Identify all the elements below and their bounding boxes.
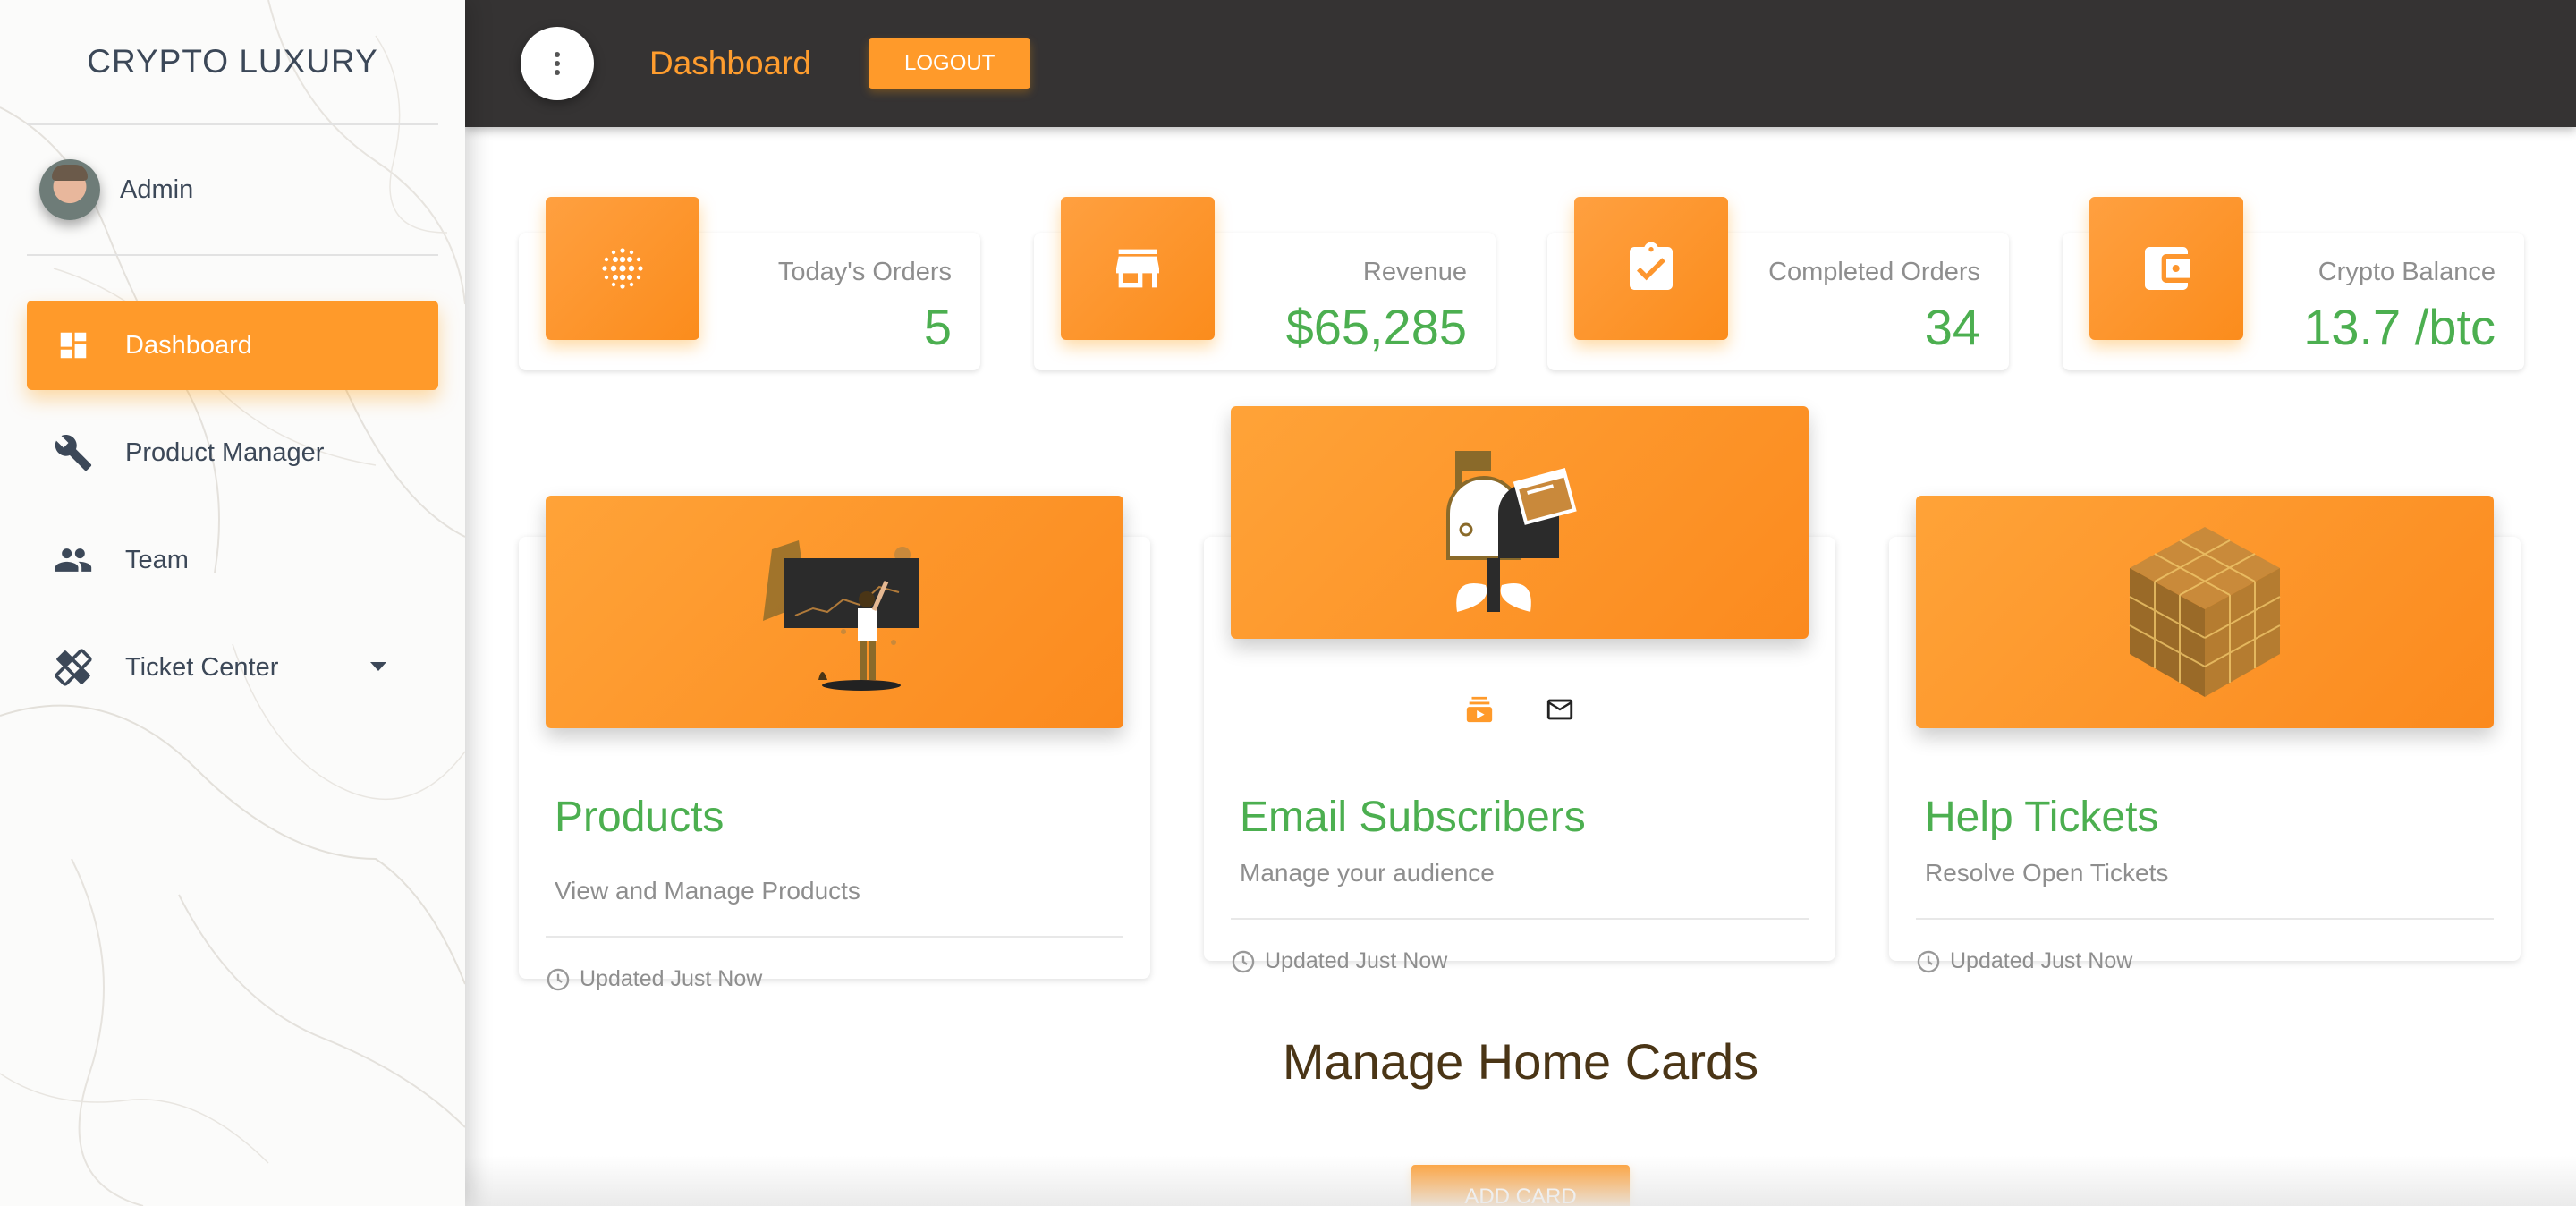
card-products[interactable]: Products View and Manage Products Update… (519, 496, 1150, 991)
sidebar-item-ticket-center[interactable]: Ticket Center (27, 623, 438, 712)
stat-value: 13.7 /btc (2303, 299, 2496, 355)
stat-label: Crypto Balance (2318, 258, 2496, 286)
stat-value: $65,285 (1285, 299, 1467, 355)
stat-value: 34 (1924, 299, 1980, 355)
stat-label: Revenue (1362, 258, 1467, 286)
dot-grid-icon (546, 197, 699, 340)
divider (546, 936, 1123, 938)
stat-card-todays-orders: Today's Orders 5 (519, 197, 980, 370)
subscriptions-icon[interactable] (1464, 694, 1495, 725)
card-subtitle: Resolve Open Tickets (1925, 859, 2169, 887)
sidebar: CRYPTO LUXURY Admin Dashboard Product Ma… (0, 0, 465, 1206)
page-title[interactable]: Dashboard (649, 45, 811, 82)
card-email-subscribers[interactable]: Email Subscribers Manage your audience U… (1204, 406, 1835, 973)
clock-icon (1917, 950, 1940, 972)
stat-label: Today's Orders (777, 258, 952, 286)
sidebar-item-label: Ticket Center (125, 652, 279, 682)
card-icon-row (1204, 694, 1835, 725)
caret-down-icon[interactable] (370, 662, 386, 671)
stat-value: 5 (923, 299, 952, 355)
sidebar-item-label: Dashboard (125, 330, 252, 360)
card-footer: Updated Just Now (1916, 948, 2132, 974)
wallet-icon (2089, 197, 2243, 340)
cube-illustration (1916, 496, 2494, 728)
stat-label: Completed Orders (1768, 258, 1980, 286)
dot (555, 52, 560, 57)
sidebar-item-dashboard[interactable]: Dashboard (27, 301, 438, 390)
sidebar-item-team[interactable]: Team (27, 515, 438, 605)
top-navbar: Dashboard LOGOUT (465, 0, 2576, 127)
card-subtitle: Manage your audience (1240, 859, 1495, 887)
sidebar-nav: Dashboard Product Manager Team Ticket Ce… (0, 301, 465, 712)
stat-text: Crypto Balance 13.7 /btc (2303, 258, 2496, 356)
card-title: Products (555, 794, 724, 841)
clock-icon (547, 968, 570, 990)
clock-icon (1232, 950, 1255, 972)
presentation-board-illustration (546, 496, 1123, 728)
add-card-button[interactable]: ADD CARD (1411, 1165, 1630, 1206)
mail-icon[interactable] (1545, 694, 1575, 725)
wrench-icon (54, 433, 93, 472)
user-name: Admin (120, 174, 194, 204)
updated-text: Updated Just Now (1265, 948, 1448, 973)
avatar (39, 159, 100, 220)
mailbox-illustration (1231, 406, 1809, 639)
stat-text: Completed Orders 34 (1768, 258, 1980, 356)
stat-card-completed-orders: Completed Orders 34 (1547, 197, 2009, 370)
clipboard-check-icon (1574, 197, 1728, 340)
stat-card-revenue: Revenue $65,285 (1034, 197, 1496, 370)
people-icon (54, 540, 93, 580)
stat-text: Revenue $65,285 (1286, 258, 1467, 356)
dot (555, 70, 560, 75)
card-title: Help Tickets (1925, 794, 2159, 841)
section-title: Manage Home Cards (1282, 1033, 1759, 1090)
card-footer: Updated Just Now (1231, 948, 1447, 974)
dot (555, 61, 560, 66)
store-icon (1061, 197, 1215, 340)
stat-text: Today's Orders 5 (778, 258, 952, 356)
card-title: Email Subscribers (1240, 794, 1586, 841)
more-vert-button[interactable] (521, 27, 594, 100)
main-content: Today's Orders 5 Revenue $65,285 Complet… (465, 127, 2576, 1206)
dashboard-icon (54, 326, 93, 365)
user-profile[interactable]: Admin (27, 125, 438, 256)
sidebar-item-label: Team (125, 545, 189, 574)
logout-button[interactable]: LOGOUT (869, 38, 1031, 89)
ticket-icon (54, 648, 93, 687)
sidebar-item-product-manager[interactable]: Product Manager (27, 408, 438, 497)
card-help-tickets[interactable]: Help Tickets Resolve Open Tickets Update… (1889, 496, 2521, 973)
sidebar-item-label: Product Manager (125, 437, 325, 467)
stat-card-crypto-balance: Crypto Balance 13.7 /btc (2063, 197, 2524, 370)
divider (1916, 918, 2494, 920)
updated-text: Updated Just Now (1950, 948, 2133, 973)
brand-logo-text[interactable]: CRYPTO LUXURY (27, 0, 438, 125)
updated-text: Updated Just Now (580, 966, 763, 991)
divider (1231, 918, 1809, 920)
card-footer: Updated Just Now (546, 966, 762, 992)
card-subtitle: View and Manage Products (555, 877, 860, 904)
